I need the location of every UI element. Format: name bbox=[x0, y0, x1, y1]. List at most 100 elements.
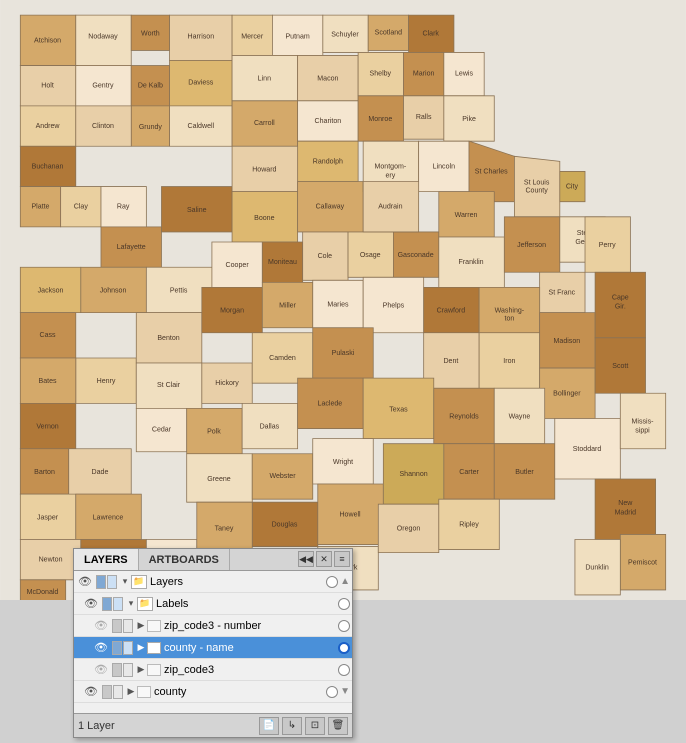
layer-row-zipcode3-number[interactable]: 👁 ▶ zip_code3 - number bbox=[74, 615, 352, 637]
layer-target-circle-zipcode3[interactable] bbox=[338, 664, 350, 676]
county-scotland[interactable] bbox=[368, 15, 408, 50]
expand-icon-zipcode3-number[interactable]: ▶ bbox=[135, 620, 147, 632]
county-johnson[interactable] bbox=[81, 267, 147, 312]
county-scott[interactable] bbox=[595, 338, 645, 393]
county-perry[interactable] bbox=[585, 217, 630, 272]
county-daviess[interactable] bbox=[170, 61, 233, 106]
county-ralls[interactable] bbox=[404, 96, 444, 139]
county-saline[interactable] bbox=[161, 187, 232, 232]
county-andrew[interactable] bbox=[20, 106, 75, 146]
county-linn[interactable] bbox=[232, 55, 298, 100]
county-cass[interactable] bbox=[20, 313, 75, 358]
county-mississippi[interactable] bbox=[620, 393, 665, 448]
county-lafayette[interactable] bbox=[101, 227, 162, 267]
county-iron[interactable] bbox=[479, 333, 540, 388]
county-caldwell[interactable] bbox=[170, 106, 233, 146]
county-carter[interactable] bbox=[444, 444, 494, 499]
eye-icon-county-name[interactable]: 👁 bbox=[92, 639, 110, 657]
eye-icon-county[interactable]: 👁 bbox=[82, 683, 100, 701]
county-boone[interactable] bbox=[232, 192, 298, 242]
county-callaway[interactable] bbox=[298, 182, 364, 232]
county-butler[interactable] bbox=[494, 444, 555, 499]
layer-row-county[interactable]: 👁 ▶ county ▼ bbox=[74, 681, 352, 703]
county-warren[interactable] bbox=[439, 192, 494, 237]
county-dunklin[interactable] bbox=[575, 539, 620, 594]
county-jackson[interactable] bbox=[20, 267, 81, 312]
county-lincoln[interactable] bbox=[419, 141, 469, 191]
tab-layers[interactable]: LAYERS bbox=[74, 549, 139, 570]
expand-icon-layers[interactable]: ▾ bbox=[119, 576, 131, 588]
county-mcdonald[interactable] bbox=[20, 580, 65, 600]
county-marion[interactable] bbox=[404, 52, 444, 95]
county-moniteau[interactable] bbox=[262, 242, 302, 282]
layer-target-circle-county-name[interactable] bbox=[338, 642, 350, 654]
county-stlouis-county[interactable] bbox=[514, 156, 559, 217]
county-phelps[interactable] bbox=[363, 277, 424, 332]
county-shannon[interactable] bbox=[383, 444, 444, 505]
county-hickory[interactable] bbox=[202, 363, 252, 403]
county-lawrence[interactable] bbox=[76, 494, 142, 539]
county-clinton[interactable] bbox=[76, 106, 131, 146]
county-atchison[interactable] bbox=[20, 15, 75, 65]
county-harrison[interactable] bbox=[170, 15, 233, 60]
county-dallas[interactable] bbox=[242, 403, 297, 448]
county-ripley[interactable] bbox=[439, 499, 500, 549]
county-ray[interactable] bbox=[101, 187, 146, 227]
layer-row-layers[interactable]: 👁 ▾ 📁 Layers ▲ bbox=[74, 571, 352, 593]
county-vernon[interactable] bbox=[20, 403, 75, 448]
eye-icon-layers[interactable]: 👁 bbox=[76, 573, 94, 591]
county-platte[interactable] bbox=[20, 187, 60, 227]
county-benton[interactable] bbox=[136, 313, 202, 363]
county-madison[interactable] bbox=[540, 313, 595, 368]
county-howard[interactable] bbox=[232, 146, 298, 191]
layer-target-circle-zipcode3-number[interactable] bbox=[338, 620, 350, 632]
county-newmadrid[interactable] bbox=[595, 479, 656, 540]
county-holt[interactable] bbox=[20, 66, 75, 106]
county-schuyler[interactable] bbox=[323, 15, 368, 52]
county-greene[interactable] bbox=[187, 454, 253, 502]
panel-menu-btn[interactable]: ≡ bbox=[334, 551, 350, 567]
county-putnam[interactable] bbox=[272, 15, 322, 55]
county-jefferson[interactable] bbox=[504, 217, 559, 272]
panel-close-btn[interactable]: ✕ bbox=[316, 551, 332, 567]
county-reynolds[interactable] bbox=[434, 388, 495, 443]
county-jasper[interactable] bbox=[20, 494, 75, 539]
county-bates[interactable] bbox=[20, 358, 75, 403]
county-chariton[interactable] bbox=[298, 101, 359, 141]
county-mercer[interactable] bbox=[232, 15, 272, 55]
county-stlouis-city[interactable] bbox=[560, 171, 585, 201]
county-douglas[interactable] bbox=[252, 502, 318, 546]
layer-target-circle-county[interactable] bbox=[326, 686, 338, 698]
expand-icon-county[interactable]: ▶ bbox=[125, 686, 137, 698]
layer-target-circle-labels[interactable] bbox=[338, 598, 350, 610]
county-randolph[interactable] bbox=[298, 141, 359, 181]
county-gentry[interactable] bbox=[76, 66, 131, 106]
county-wright[interactable] bbox=[313, 439, 374, 484]
county-stclair[interactable] bbox=[136, 363, 202, 408]
county-pemiscot[interactable] bbox=[620, 534, 665, 589]
county-capegirardeau[interactable] bbox=[595, 272, 645, 338]
panel-collapse-btn[interactable]: ◀◀ bbox=[298, 551, 314, 567]
county-crawford[interactable] bbox=[424, 287, 479, 332]
county-polk[interactable] bbox=[187, 408, 242, 453]
county-clay[interactable] bbox=[61, 187, 101, 227]
county-wayne[interactable] bbox=[494, 388, 544, 443]
county-macon[interactable] bbox=[298, 55, 359, 100]
eye-icon-labels[interactable]: 👁 bbox=[82, 595, 100, 613]
county-cooper[interactable] bbox=[212, 242, 262, 287]
county-bollinger[interactable] bbox=[540, 368, 595, 418]
county-dekalb[interactable] bbox=[131, 66, 169, 106]
county-osage[interactable] bbox=[348, 232, 393, 277]
move-to-btn[interactable]: ⊡ bbox=[305, 717, 325, 735]
scroll-up-arrow[interactable]: ▲ bbox=[340, 576, 350, 587]
county-gasconade[interactable] bbox=[393, 232, 438, 277]
county-grundy[interactable] bbox=[131, 106, 169, 146]
county-nodaway[interactable] bbox=[76, 15, 131, 70]
layer-row-labels[interactable]: 👁 ▾ 📁 Labels bbox=[74, 593, 352, 615]
county-texas[interactable] bbox=[363, 378, 434, 439]
county-franklin[interactable] bbox=[439, 237, 505, 287]
county-audrain[interactable] bbox=[363, 182, 418, 232]
layer-target-circle-layers[interactable] bbox=[326, 576, 338, 588]
county-monroe[interactable] bbox=[358, 96, 403, 141]
county-washington[interactable] bbox=[479, 287, 540, 332]
